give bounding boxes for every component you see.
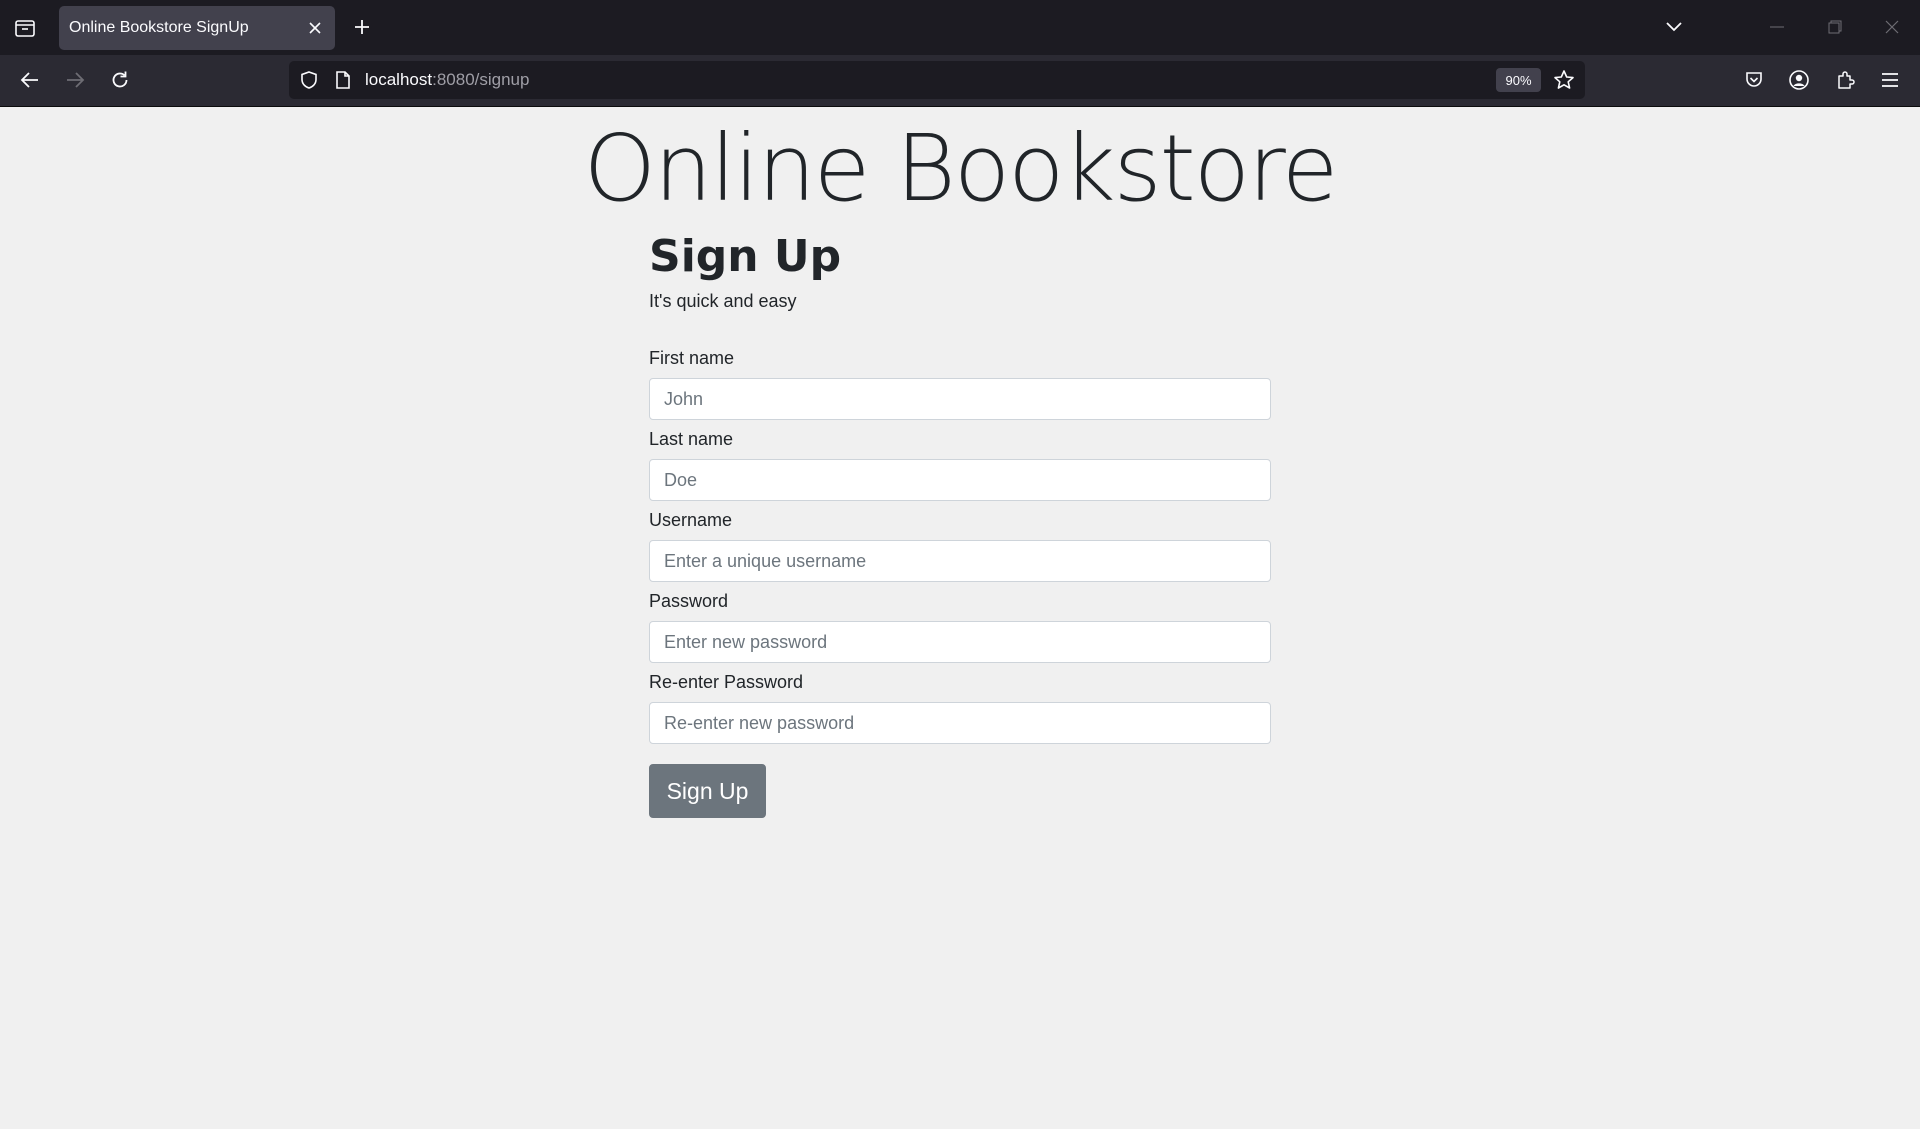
tab-title: Online Bookstore SignUp xyxy=(69,19,249,36)
password-field[interactable] xyxy=(649,621,1271,663)
tab-active[interactable]: Online Bookstore SignUp xyxy=(59,6,335,50)
chevron-down-icon[interactable] xyxy=(1659,14,1689,40)
shield-icon[interactable] xyxy=(299,70,319,90)
tab-list-icon[interactable] xyxy=(6,10,44,46)
arrow-right-icon[interactable] xyxy=(59,64,91,96)
username-field[interactable] xyxy=(649,540,1271,582)
arrow-left-icon[interactable] xyxy=(14,64,46,96)
reenter-password-field[interactable] xyxy=(649,702,1271,744)
reload-icon[interactable] xyxy=(104,64,136,96)
zoom-level-badge[interactable]: 90% xyxy=(1496,68,1541,92)
first-name-field[interactable] xyxy=(649,378,1271,420)
url-host: localhost xyxy=(365,70,433,89)
hamburger-menu-icon[interactable] xyxy=(1874,64,1906,96)
site-title: Online Bookstore xyxy=(583,115,1339,222)
star-icon[interactable] xyxy=(1553,69,1575,91)
puzzle-icon[interactable] xyxy=(1829,64,1861,96)
first-name-label: First name xyxy=(649,348,735,368)
window-close-icon[interactable] xyxy=(1877,12,1907,42)
pocket-icon[interactable] xyxy=(1738,64,1770,96)
signup-button[interactable]: Sign Up xyxy=(649,764,766,818)
account-icon[interactable] xyxy=(1783,64,1815,96)
form-subheading: It's quick and easy xyxy=(649,291,797,311)
url-bar[interactable]: localhost:8080/signup 90% xyxy=(289,61,1585,99)
tab-bar: Online Bookstore SignUp xyxy=(0,0,1920,55)
last-name-field[interactable] xyxy=(649,459,1271,501)
form-heading: Sign Up xyxy=(649,231,842,282)
url-path: :8080/signup xyxy=(432,70,530,89)
page-content: Online Bookstore Sign Up It's quick and … xyxy=(0,107,1920,1129)
navigation-toolbar: localhost:8080/signup 90% xyxy=(0,55,1920,107)
page-icon[interactable] xyxy=(334,70,354,90)
reenter-password-label: Re-enter Password xyxy=(649,672,804,692)
url-text[interactable]: localhost:8080/signup xyxy=(365,70,529,90)
password-label: Password xyxy=(649,591,729,611)
restore-icon[interactable] xyxy=(1820,12,1850,42)
minimize-icon[interactable] xyxy=(1762,12,1792,42)
signup-form: Sign Up It's quick and easy First name L… xyxy=(649,231,1271,818)
username-label: Username xyxy=(649,510,733,530)
close-icon[interactable] xyxy=(305,18,325,38)
plus-icon[interactable] xyxy=(347,12,377,42)
last-name-label: Last name xyxy=(649,429,734,449)
